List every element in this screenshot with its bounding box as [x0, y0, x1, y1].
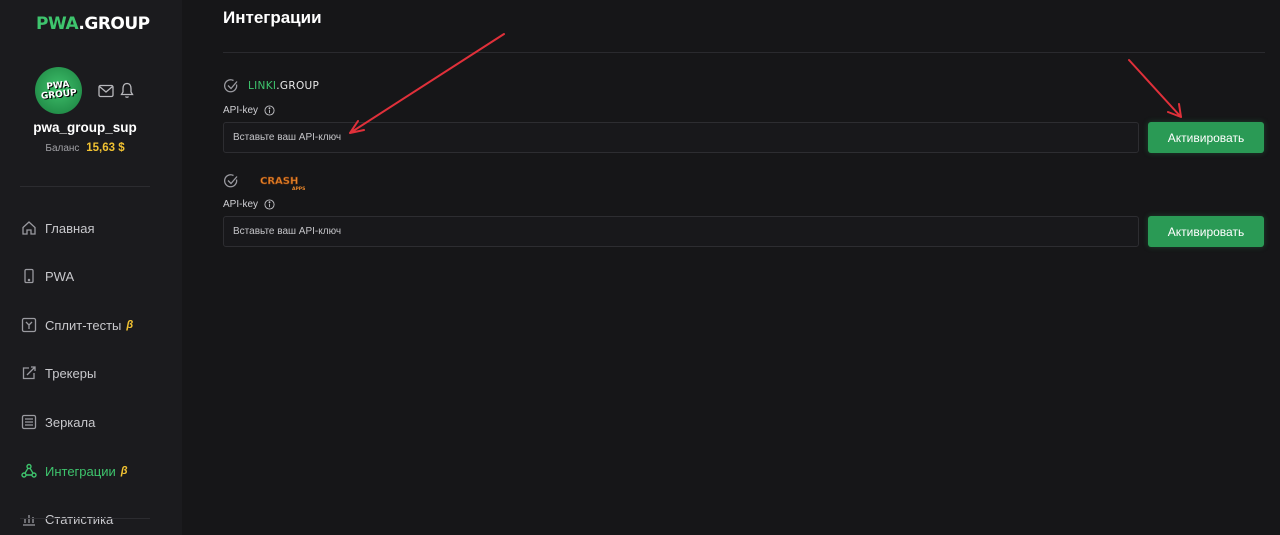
api-key-label: API-key [223, 199, 275, 210]
info-icon[interactable] [264, 105, 275, 116]
avatar-text: PWA GROUP [40, 79, 78, 102]
bell-icon[interactable] [120, 82, 134, 99]
mail-icon[interactable] [98, 84, 114, 98]
app-root: PWA.GROUP PWA GROUP pwa_group_sup Баланс… [0, 0, 1280, 535]
beta-badge: β [120, 465, 128, 477]
sidebar-divider [20, 518, 150, 519]
avatar[interactable]: PWA GROUP [35, 67, 82, 114]
beta-badge: β [126, 319, 134, 331]
nav-label: Трекеры [45, 365, 97, 381]
nav-label: Главная [45, 220, 95, 236]
balance-value: 15,63 $ [86, 142, 125, 154]
nav-label: PWA [45, 268, 75, 284]
balance: Баланс 15,63 $ [0, 142, 170, 154]
nav-label: Статистика [45, 511, 114, 527]
nav-item-trackers[interactable]: Трекеры [21, 365, 96, 381]
title-divider [223, 52, 1265, 53]
sidebar-divider [20, 186, 150, 187]
linki-group-logo: LINKI.GROUP [248, 80, 319, 92]
crash-logo-text: CRASH [260, 176, 298, 187]
balance-label: Баланс [45, 143, 80, 154]
annotation-arrow-left [349, 33, 505, 134]
nav-item-integrations[interactable]: Интеграции β [21, 463, 128, 479]
api-key-label-text: API-key [223, 105, 259, 116]
nav-item-home[interactable]: Главная [21, 220, 94, 236]
info-icon[interactable] [264, 199, 275, 210]
page-title: Интеграции [223, 8, 322, 27]
crash-logo-sub: APPS [292, 186, 305, 192]
username: pwa_group_sup [33, 120, 137, 135]
home-icon [22, 221, 36, 235]
crash-activate-button[interactable]: Активировать [1148, 216, 1264, 247]
annotation-arrow-right [1128, 59, 1182, 118]
nav-item-split-tests[interactable]: Сплит-тесты β [21, 317, 133, 333]
chart-icon [23, 515, 35, 526]
logo-part1: PWA [36, 14, 79, 34]
crash-apps-logo: CRASH APPS [260, 176, 306, 192]
api-key-label-text: API-key [223, 199, 259, 210]
phone-icon [24, 268, 34, 284]
nav-label: Сплит-тесты [45, 317, 122, 333]
nav-item-pwa[interactable]: PWA [21, 268, 74, 284]
nav-item-statistics[interactable]: Статистика [21, 511, 113, 527]
linki-api-key-input[interactable] [223, 122, 1139, 153]
crash-api-key-input[interactable] [223, 216, 1139, 247]
check-circle-icon [223, 174, 238, 188]
nav-item-mirrors[interactable]: Зеркала [21, 414, 95, 430]
api-key-label: API-key [223, 105, 275, 116]
annotation-arrows [349, 33, 1182, 134]
integrations-icon [21, 463, 37, 478]
nav-label: Интеграции [45, 463, 116, 479]
linki-activate-button[interactable]: Активировать [1148, 122, 1264, 153]
sidebar: PWA.GROUP PWA GROUP pwa_group_sup Баланс… [0, 0, 182, 535]
logo-part2: .GROUP [78, 14, 150, 34]
nav-label: Зеркала [45, 414, 96, 430]
logo-text-green: LINKI [248, 80, 277, 92]
split-icon [21, 317, 37, 333]
brand-logo[interactable]: PWA.GROUP [36, 14, 150, 34]
check-circle-icon [223, 79, 238, 93]
mirror-icon [21, 414, 37, 430]
logo-text-white: .GROUP [276, 80, 320, 92]
share-icon [22, 366, 36, 380]
